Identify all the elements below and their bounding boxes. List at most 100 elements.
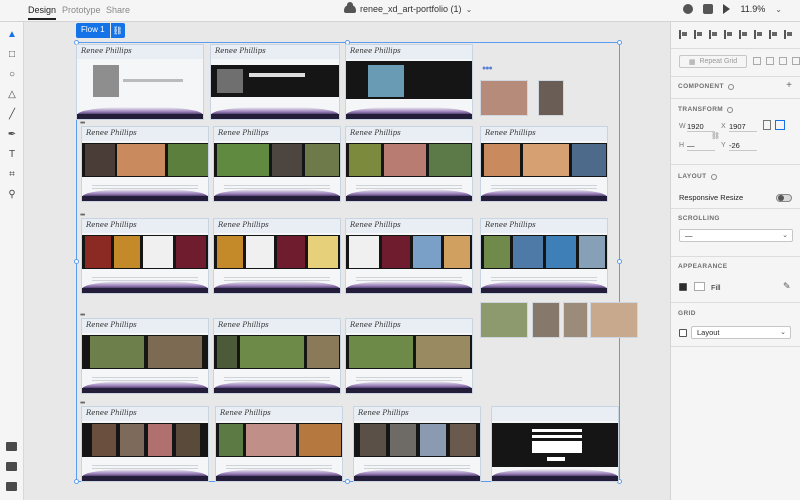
width-field[interactable]: 1920: [687, 122, 715, 132]
flow-label[interactable]: Flow 1: [76, 23, 110, 38]
artboard-logo: Renee Phillips: [350, 221, 401, 229]
distribute-vertical-icon[interactable]: [784, 30, 793, 39]
responsive-resize-toggle[interactable]: [776, 194, 792, 202]
artboard-logo: Renee Phillips: [218, 321, 269, 329]
pen-tool-icon[interactable]: ✒: [6, 128, 18, 140]
fixed-size-icon[interactable]: [763, 120, 771, 130]
loose-photo[interactable]: [480, 80, 528, 116]
link-icon[interactable]: ⛓: [110, 23, 125, 38]
artboard-logo: Renee Phillips: [215, 47, 266, 55]
text-tool-icon[interactable]: T: [6, 148, 18, 160]
loose-photo[interactable]: [532, 302, 560, 338]
tab-prototype[interactable]: Prototype: [62, 5, 101, 15]
add-component-icon[interactable]: +: [786, 80, 792, 91]
info-icon[interactable]: [727, 106, 734, 113]
loose-photo[interactable]: [563, 302, 588, 338]
artboard-barns[interactable]: Renee Phillips: [213, 318, 341, 394]
design-canvas[interactable]: Flow 1 ⛓ Renee Phillips Renee Phillips R…: [24, 22, 670, 500]
tab-share[interactable]: Share: [106, 5, 130, 15]
artboard-books[interactable]: Renee Phillips: [81, 218, 209, 294]
heading-line: [249, 73, 305, 77]
chevron-down-icon: ⌄: [780, 329, 786, 336]
resize-handle[interactable]: [74, 259, 79, 264]
artboard-meet[interactable]: Renee Phillips: [210, 44, 340, 120]
artboard-landscapes[interactable]: Renee Phillips: [480, 218, 608, 294]
artboard-gallery[interactable]: Renee Phillips: [213, 126, 341, 202]
artboard-contact[interactable]: [491, 406, 619, 482]
artboard-logo: Renee Phillips: [86, 129, 137, 137]
fill-color-swatch[interactable]: [694, 282, 705, 291]
flow-badge[interactable]: Flow 1 ⛓: [76, 23, 125, 38]
repeat-grid-button[interactable]: ▦ Repeat Grid: [679, 55, 747, 68]
align-middle-icon[interactable]: [754, 30, 763, 39]
align-right-icon[interactable]: [709, 30, 718, 39]
ellipse-tool-icon[interactable]: ○: [6, 68, 18, 80]
grid-label: GRID: [678, 310, 696, 317]
artboard-home[interactable]: Renee Phillips: [76, 44, 204, 120]
artboard-portraits[interactable]: Renee Phillips: [215, 406, 343, 482]
resize-handle[interactable]: [345, 479, 350, 484]
loose-photo[interactable]: [590, 302, 638, 338]
user-icon[interactable]: [683, 4, 694, 14]
artboard-tool-icon[interactable]: ⌗: [6, 168, 18, 180]
line-tool-icon[interactable]: ╱: [6, 108, 18, 120]
y-field[interactable]: -26: [729, 141, 757, 151]
intersect-icon[interactable]: [792, 57, 800, 65]
grid-checkbox[interactable]: [679, 329, 687, 337]
more-icon: •••: [80, 312, 85, 319]
assets-icon[interactable]: [6, 482, 17, 491]
grid-type-value: Layout: [697, 328, 720, 337]
resize-handle[interactable]: [74, 479, 79, 484]
align-top-icon[interactable]: [739, 30, 748, 39]
zoom-tool-icon[interactable]: ⚲: [6, 188, 18, 200]
x-field[interactable]: 1907: [729, 122, 757, 132]
artboard-portraits[interactable]: Renee Phillips: [81, 406, 209, 482]
grid-type-select[interactable]: Layout ⌄: [691, 326, 791, 339]
select-tool-icon[interactable]: ▲: [6, 28, 18, 40]
artboard-books[interactable]: Renee Phillips: [345, 218, 473, 294]
resize-handle[interactable]: [617, 40, 622, 45]
scrolling-select[interactable]: — ⌄: [679, 229, 793, 242]
loose-photo[interactable]: [538, 80, 564, 116]
more-icon: •••: [80, 120, 85, 127]
layers-icon[interactable]: [6, 462, 17, 471]
union-icon[interactable]: [766, 57, 774, 65]
align-bottom-icon[interactable]: [769, 30, 778, 39]
align-left-icon[interactable]: [679, 30, 688, 39]
artboard-books[interactable]: Renee Phillips: [213, 218, 341, 294]
lock-aspect-icon[interactable]: ⛓: [711, 132, 720, 140]
play-icon[interactable]: [723, 4, 731, 14]
document-title-menu[interactable]: renee_xd_art-portfolio (1) ⌄: [344, 2, 472, 14]
tab-design[interactable]: Design: [28, 5, 57, 20]
group-icon[interactable]: [753, 57, 761, 65]
welcome-text-line: [123, 79, 183, 82]
artboard-logo: Renee Phillips: [218, 129, 269, 137]
artboard-logo: Renee Phillips: [358, 409, 409, 417]
layout-section: LAYOUT: [678, 173, 717, 180]
device-icon[interactable]: [703, 4, 714, 14]
distribute-icon[interactable]: [724, 30, 733, 39]
loose-photo[interactable]: [480, 302, 528, 338]
responsive-size-icon[interactable]: [775, 120, 785, 130]
zoom-level[interactable]: 11.9%: [740, 4, 765, 14]
triangle-tool-icon[interactable]: △: [6, 88, 18, 100]
resize-handle[interactable]: [617, 259, 622, 264]
zoom-chevron-icon[interactable]: ⌄: [775, 5, 782, 14]
artboard-about[interactable]: Renee Phillips: [345, 44, 473, 120]
fill-checkbox[interactable]: [679, 283, 687, 291]
rectangle-tool-icon[interactable]: □: [6, 48, 18, 60]
eyedropper-icon[interactable]: ✎: [783, 281, 791, 292]
info-icon[interactable]: [727, 83, 734, 90]
artboard-barns[interactable]: Renee Phillips: [345, 318, 473, 394]
subtract-icon[interactable]: [779, 57, 787, 65]
plugins-icon[interactable]: [6, 442, 17, 451]
height-field[interactable]: —: [687, 141, 715, 151]
artboard-portraits[interactable]: Renee Phillips: [353, 406, 481, 482]
align-center-icon[interactable]: [694, 30, 703, 39]
info-icon[interactable]: [710, 173, 717, 180]
artboard-logo: Renee Phillips: [86, 221, 137, 229]
artboard-gallery[interactable]: Renee Phillips: [480, 126, 608, 202]
artboard-barns[interactable]: Renee Phillips: [81, 318, 209, 394]
artboard-gallery[interactable]: Renee Phillips: [81, 126, 209, 202]
artboard-gallery[interactable]: Renee Phillips: [345, 126, 473, 202]
